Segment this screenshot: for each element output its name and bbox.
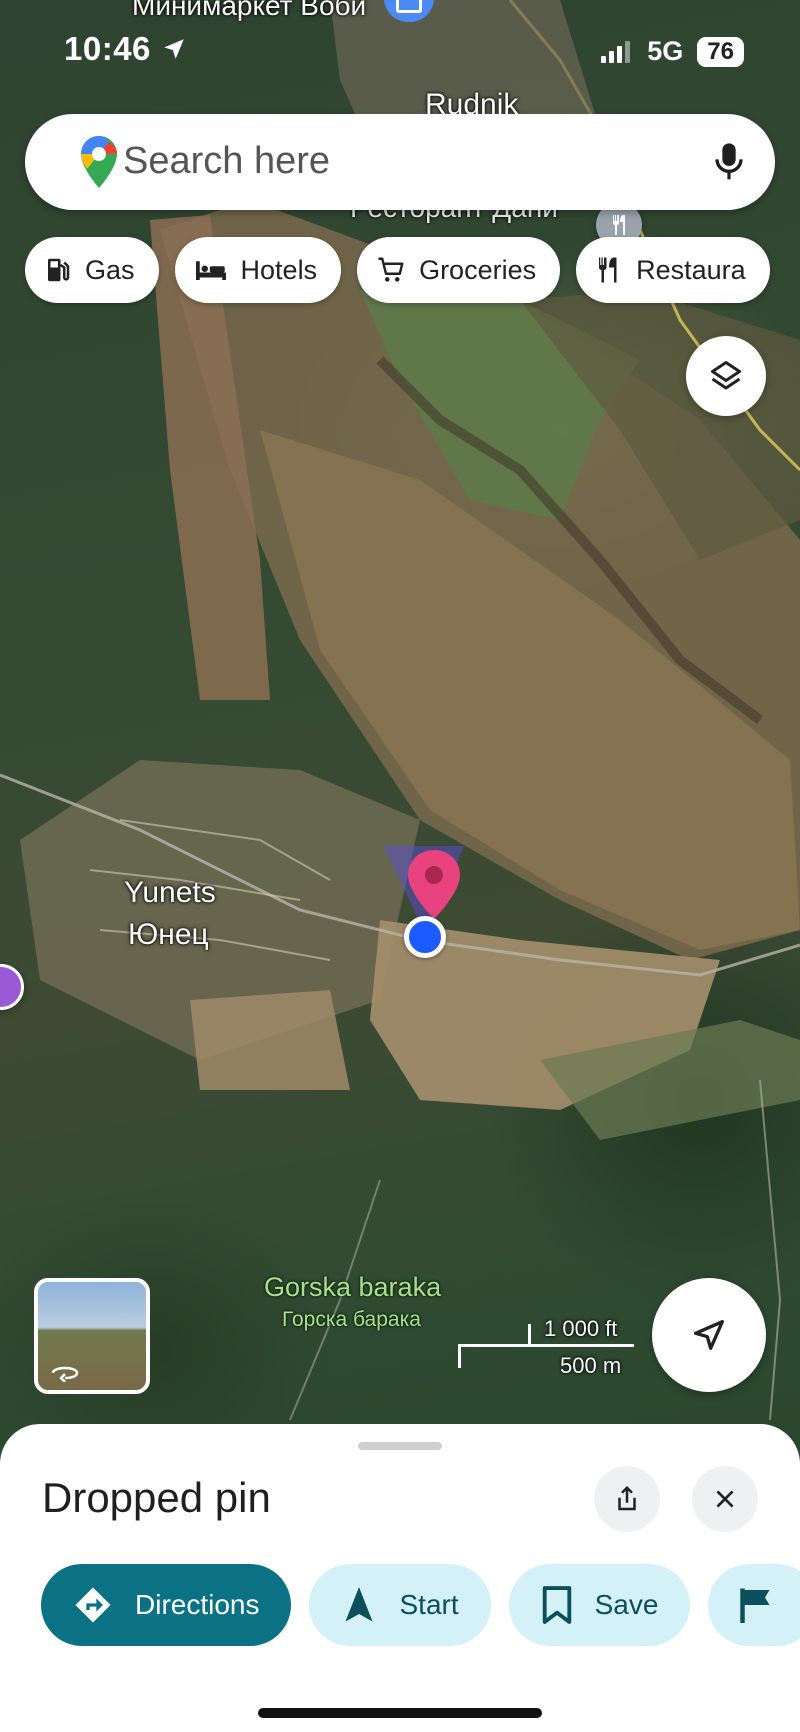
microphone-icon[interactable] bbox=[713, 142, 745, 182]
location-arrow-icon bbox=[163, 39, 184, 59]
status-right: 5G 76 bbox=[601, 36, 744, 67]
navigation-start-icon bbox=[345, 1587, 373, 1622]
category-chips: Gas Hotels Groceries Restaura bbox=[25, 237, 770, 303]
restaurant-icon bbox=[599, 257, 617, 283]
map-label-gorska-cyrillic[interactable]: Горска барака bbox=[282, 1308, 421, 1332]
chip-hotels[interactable]: Hotels bbox=[174, 237, 342, 303]
label-button[interactable] bbox=[708, 1564, 800, 1646]
home-indicator bbox=[258, 1708, 542, 1718]
close-icon bbox=[716, 1490, 734, 1508]
google-maps-logo-icon bbox=[81, 136, 117, 188]
place-actions: Directions Start Save bbox=[41, 1564, 800, 1646]
layers-icon bbox=[711, 361, 741, 390]
place-sheet[interactable]: Dropped pin Directions Start Save bbox=[0, 1424, 800, 1732]
directions-label: Directions bbox=[135, 1589, 260, 1620]
flag-icon bbox=[740, 1588, 770, 1623]
gas-station-icon bbox=[48, 258, 70, 282]
street-view-thumbnail[interactable] bbox=[34, 1278, 150, 1394]
scale-metric: 500 m bbox=[560, 1353, 622, 1378]
layers-button[interactable] bbox=[686, 336, 766, 416]
directions-button[interactable]: Directions bbox=[41, 1564, 292, 1646]
status-time: 10:46 bbox=[64, 30, 187, 68]
rotate-360-icon bbox=[51, 1366, 79, 1382]
battery-indicator: 76 bbox=[697, 36, 744, 67]
share-button[interactable] bbox=[594, 1466, 660, 1532]
bed-icon bbox=[195, 261, 226, 280]
chip-restaurants-label: Restaura bbox=[636, 254, 746, 285]
scale-imperial: 1 000 ft bbox=[544, 1316, 618, 1341]
sheet-drag-handle[interactable] bbox=[358, 1442, 442, 1450]
search-placeholder[interactable]: Search here bbox=[123, 140, 330, 183]
current-location-dot[interactable] bbox=[404, 916, 446, 958]
chip-groceries-label: Groceries bbox=[419, 254, 537, 285]
network-type: 5G bbox=[647, 36, 684, 66]
bookmark-icon bbox=[542, 1586, 571, 1624]
save-label: Save bbox=[594, 1589, 659, 1620]
chip-hotels-label: Hotels bbox=[240, 254, 318, 285]
share-icon bbox=[618, 1485, 636, 1511]
map-label-yunets[interactable]: Yunets bbox=[124, 876, 216, 910]
map-label-yunets-cyrillic[interactable]: Юнец bbox=[128, 918, 209, 952]
map-label-gorska[interactable]: Gorska baraka bbox=[264, 1272, 441, 1303]
status-time-text: 10:46 bbox=[64, 30, 151, 67]
dropped-pin-icon[interactable] bbox=[404, 848, 464, 928]
start-button[interactable]: Start bbox=[309, 1564, 491, 1646]
directions-icon bbox=[75, 1587, 111, 1623]
recenter-button[interactable] bbox=[652, 1278, 766, 1392]
chip-restaurants[interactable]: Restaura bbox=[576, 237, 770, 303]
chip-gas-label: Gas bbox=[85, 254, 135, 285]
place-title: Dropped pin bbox=[42, 1474, 271, 1521]
chip-groceries[interactable]: Groceries bbox=[357, 237, 561, 303]
save-button[interactable]: Save bbox=[508, 1564, 691, 1646]
chip-gas[interactable]: Gas bbox=[25, 237, 159, 303]
signal-icon bbox=[601, 40, 631, 63]
close-button[interactable] bbox=[692, 1466, 758, 1532]
navigation-arrow-icon bbox=[694, 1320, 724, 1350]
search-bar[interactable]: Search here bbox=[25, 114, 775, 210]
start-label: Start bbox=[399, 1589, 459, 1620]
status-bar: 10:46 5G 76 bbox=[0, 0, 800, 100]
cart-icon bbox=[378, 257, 404, 282]
